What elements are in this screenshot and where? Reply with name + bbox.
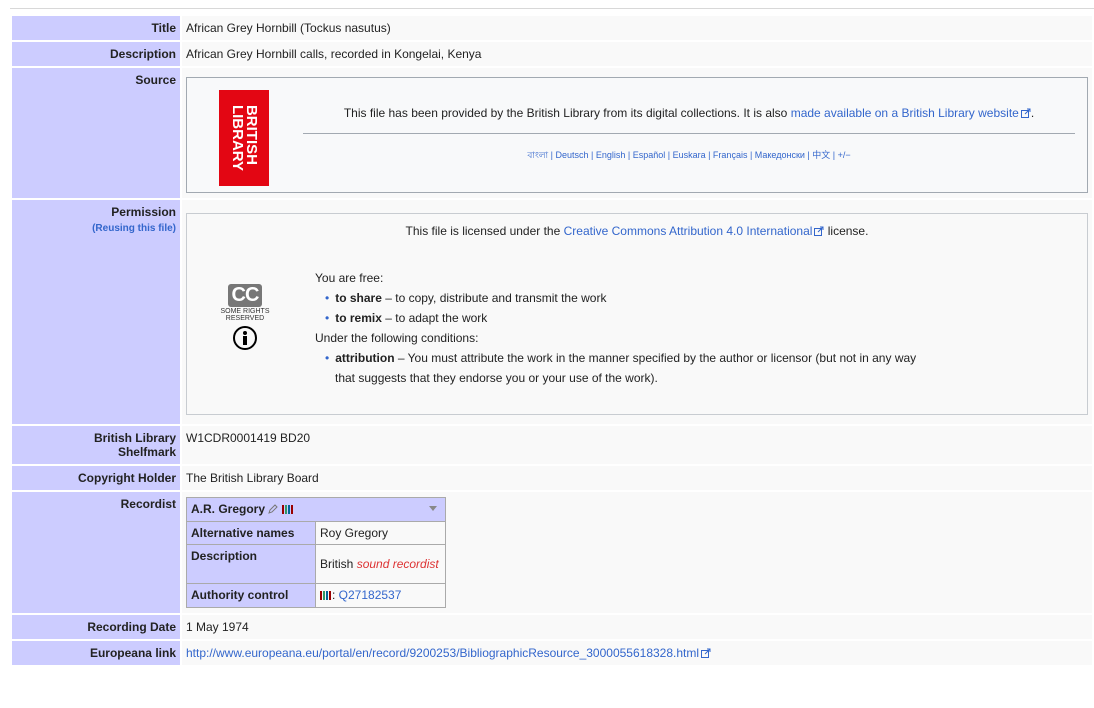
license-terms: You are free: to share – to copy, distri… (315, 268, 1067, 388)
shelfmark-value: W1CDR0001419 BD20 (182, 426, 1092, 464)
recordist-infobox: A.R. Gregory Alternative names Roy Grego… (186, 497, 446, 608)
cc-license-link[interactable]: Creative Commons Attribution 4.0 Interna… (564, 224, 813, 238)
reusing-this-file-link[interactable]: (Reusing this file) (16, 223, 176, 234)
language-links[interactable]: বাংলা | Deutsch | English | Español | Eu… (303, 148, 1075, 163)
cc-logo-icon: CC SOME RIGHTS RESERVED (205, 284, 285, 350)
british-library-logo: BRITISH LIBRARY (219, 90, 269, 186)
title-value: African Grey Hornbill (Tockus nasutus) (182, 16, 1092, 40)
divider (303, 133, 1075, 134)
row-recordist: Recordist A.R. Gregory Alternative names… (12, 492, 1092, 613)
recording-date-value: 1 May 1974 (182, 615, 1092, 639)
alternative-names-label: Alternative names (186, 521, 316, 545)
british-library-website-link[interactable]: made available on a British Library webs… (791, 106, 1019, 120)
wikidata-icon[interactable] (281, 503, 294, 517)
divider (10, 8, 1094, 9)
chevron-down-icon[interactable] (429, 506, 437, 511)
europeana-label: Europeana link (12, 641, 180, 665)
recordist-value: A.R. Gregory Alternative names Roy Grego… (182, 492, 1092, 613)
source-label: Source (12, 68, 180, 198)
license-notice: This file is licensed under the Creative… (405, 224, 869, 238)
cc-by-icon (233, 326, 257, 350)
wikidata-id-link[interactable]: Q27182537 (339, 588, 402, 602)
title-label: Title (12, 16, 180, 40)
row-recording-date: Recording Date 1 May 1974 (12, 615, 1092, 639)
source-value: BRITISH LIBRARY This file has been provid… (182, 68, 1092, 198)
description-label: Description (12, 42, 180, 66)
alternative-names-value: Roy Gregory (315, 521, 446, 545)
row-source: Source BRITISH LIBRARY This file has been… (12, 68, 1092, 198)
row-europeana: Europeana link http://www.europeana.eu/p… (12, 641, 1092, 665)
row-permission: Permission (Reusing this file) This file… (12, 200, 1092, 424)
source-notice: This file has been provided by the Briti… (343, 106, 1035, 120)
recordist-description-value: British sound recordist (315, 544, 446, 584)
recordist-label: Recordist (12, 492, 180, 613)
permission-label: Permission (Reusing this file) (12, 200, 180, 424)
permission-value: This file is licensed under the Creative… (182, 200, 1092, 424)
external-link-icon (814, 226, 824, 236)
recording-date-label: Recording Date (12, 615, 180, 639)
term-share: to share – to copy, distribute and trans… (315, 288, 1067, 308)
license-box: This file is licensed under the Creative… (186, 213, 1088, 415)
europeana-value: http://www.europeana.eu/portal/en/record… (182, 641, 1092, 665)
recordist-description-label: Description (186, 544, 316, 584)
europeana-link[interactable]: http://www.europeana.eu/portal/en/record… (186, 646, 699, 660)
copyright-holder-label: Copyright Holder (12, 466, 180, 490)
row-copyright-holder: Copyright Holder The British Library Boa… (12, 466, 1092, 490)
recordist-header[interactable]: A.R. Gregory (186, 497, 446, 522)
description-value: African Grey Hornbill calls, recorded in… (182, 42, 1092, 66)
sound-recordist-link[interactable]: sound recordist (357, 557, 439, 571)
authority-control-value: : Q27182537 (315, 583, 446, 608)
file-information-table: Title African Grey Hornbill (Tockus nasu… (10, 14, 1094, 667)
external-link-icon (701, 648, 711, 658)
pencil-icon[interactable] (268, 504, 279, 514)
term-attribution: attribution – You must attribute the wor… (315, 348, 1067, 368)
authority-control-label: Authority control (186, 583, 316, 608)
wikidata-icon (320, 589, 332, 603)
row-description: Description African Grey Hornbill calls,… (12, 42, 1092, 66)
row-shelfmark: British Library Shelfmark W1CDR0001419 B… (12, 426, 1092, 464)
term-remix: to remix – to adapt the work (315, 308, 1067, 328)
row-title: Title African Grey Hornbill (Tockus nasu… (12, 16, 1092, 40)
british-library-source-box: BRITISH LIBRARY This file has been provid… (186, 77, 1088, 193)
external-link-icon (1020, 108, 1031, 118)
copyright-holder-value: The British Library Board (182, 466, 1092, 490)
shelfmark-label: British Library Shelfmark (12, 426, 180, 464)
